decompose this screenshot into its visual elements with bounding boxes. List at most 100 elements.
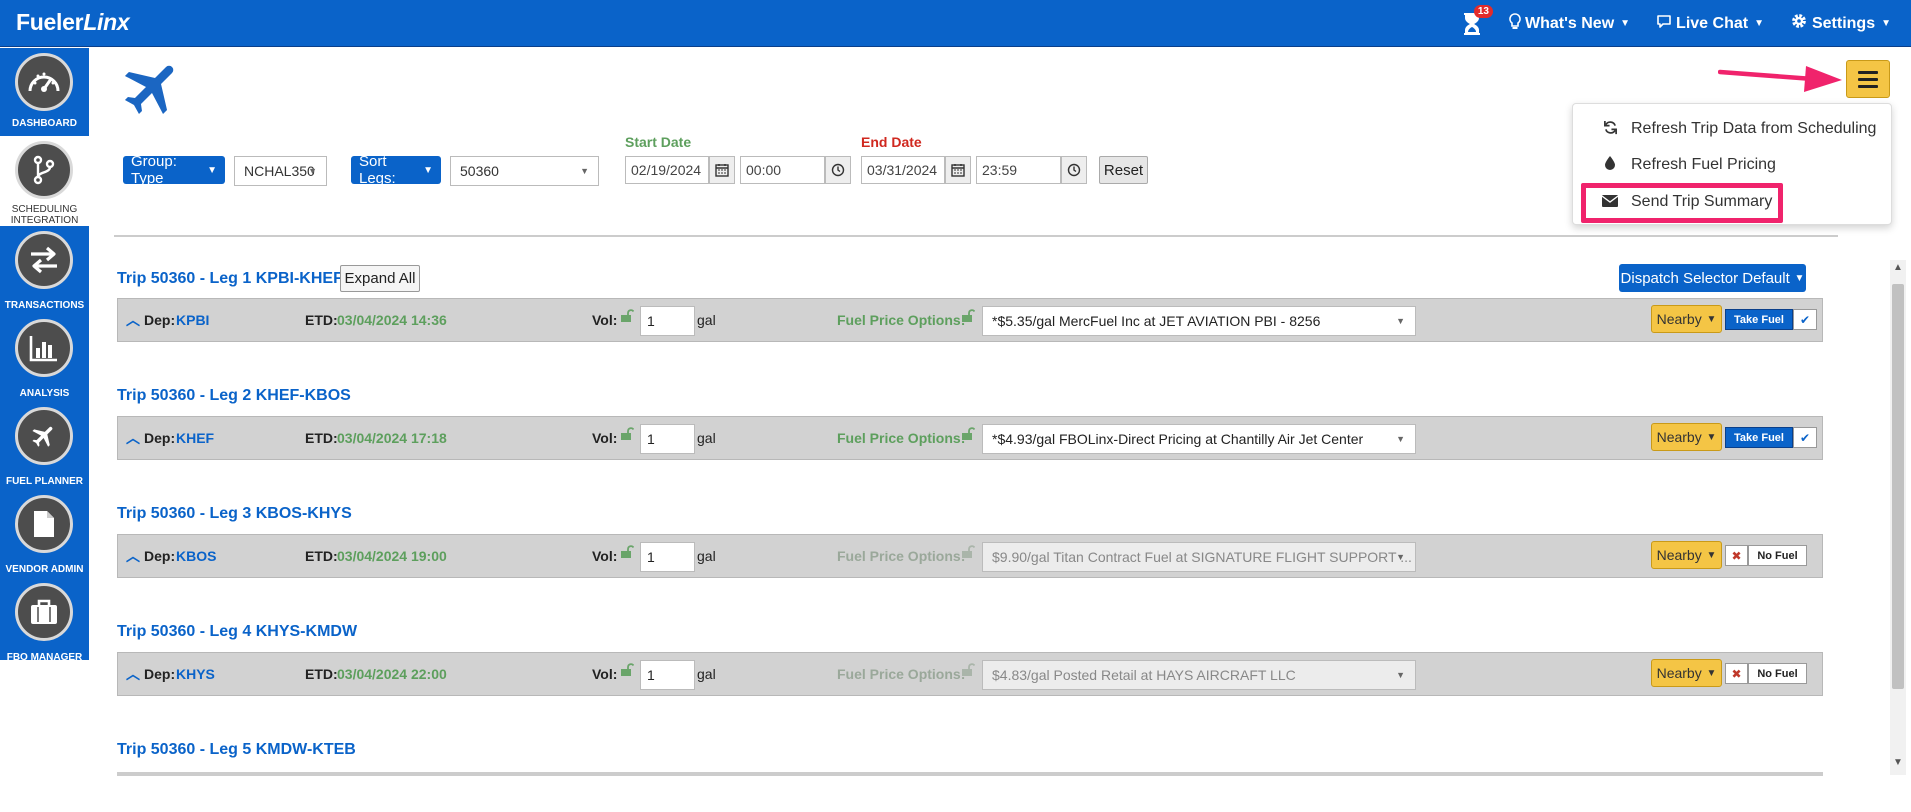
bar-chart-icon [15, 319, 73, 377]
departure-airport[interactable]: KBOS [176, 548, 216, 564]
leg-title[interactable]: Trip 50360 - Leg 4 KHYS-KMDW [117, 623, 357, 641]
unlock-icon[interactable] [620, 663, 635, 680]
take-fuel-toggle[interactable]: Take Fuel [1725, 309, 1793, 330]
fuel-price-select[interactable]: *$5.35/gal MercFuel Inc at JET AVIATION … [982, 306, 1416, 336]
etd-value: 03/04/2024 19:00 [337, 548, 447, 564]
leg-title[interactable]: Trip 50360 - Leg 5 KMDW-KTEB [117, 741, 356, 759]
app-logo[interactable]: FuelerLinx [16, 9, 130, 36]
end-date-label: End Date [861, 134, 922, 150]
top-nav: 13 What's New ▼ Live Chat ▼ Settings ▼ [1461, 0, 1891, 47]
sidebar-item-fbo-manager[interactable]: FBO MANAGER [0, 578, 89, 666]
caret-down-icon: ▼ [1791, 272, 1805, 284]
sidebar-item-dashboard[interactable]: DASHBOARD [0, 48, 89, 136]
tail-number-select[interactable]: NCHAL350 ▼ [234, 156, 327, 186]
gear-icon [1790, 12, 1808, 35]
volume-input[interactable]: 1 [640, 424, 695, 454]
sidebar-item-vendor-admin[interactable]: VENDOR ADMIN [0, 490, 89, 578]
clock-icon[interactable] [825, 156, 851, 184]
take-fuel-toggle[interactable]: Take Fuel [1725, 427, 1793, 448]
volume-input[interactable]: 1 [640, 542, 695, 572]
caret-down-icon: ▼ [1703, 313, 1717, 325]
volume-input[interactable]: 1 [640, 660, 695, 690]
settings-menu[interactable]: Settings ▼ [1790, 12, 1891, 35]
notifications-button[interactable]: 13 [1461, 4, 1493, 37]
live-chat-menu[interactable]: Live Chat ▼ [1656, 14, 1764, 33]
reset-button[interactable]: Reset [1099, 156, 1148, 184]
sidebar-item-scheduling-integration[interactable]: SCHEDULING INTEGRATION [0, 136, 89, 226]
no-fuel-toggle[interactable]: No Fuel [1748, 545, 1807, 566]
whats-new-menu[interactable]: What's New ▼ [1509, 12, 1631, 35]
clock-icon[interactable] [1061, 156, 1087, 184]
departure-airport[interactable]: KHYS [176, 666, 215, 682]
scroll-down-icon[interactable]: ▼ [1893, 757, 1903, 768]
unlock-icon[interactable] [620, 545, 635, 562]
menu-item-refresh-fuel[interactable]: Refresh Fuel Pricing [1601, 154, 1776, 176]
unlock-icon[interactable] [620, 427, 635, 444]
unlock-icon[interactable] [961, 427, 976, 444]
caret-down-icon: ▼ [1703, 549, 1717, 561]
chevron-up-icon[interactable]: ︿ [126, 546, 140, 566]
chevron-up-icon[interactable]: ︿ [126, 664, 140, 684]
fuel-price-select[interactable]: *$4.93/gal FBOLinx-Direct Pricing at Cha… [982, 424, 1416, 454]
chevron-up-icon[interactable]: ︿ [126, 428, 140, 448]
exchange-arrows-icon [15, 231, 73, 289]
unlock-icon[interactable] [961, 309, 976, 326]
etd-value: 03/04/2024 22:00 [337, 666, 447, 682]
annotation-arrow [1717, 60, 1846, 101]
leg-title[interactable]: Trip 50360 - Leg 2 KHEF-KBOS [117, 387, 351, 405]
dispatch-selector-button[interactable]: Dispatch Selector Default ▼ [1619, 264, 1806, 292]
leg-title[interactable]: Trip 50360 - Leg 3 KBOS-KHYS [117, 505, 352, 523]
lightbulb-icon [1509, 12, 1521, 35]
nearby-button[interactable]: Nearby ▼ [1651, 659, 1722, 687]
caret-down-icon: ▼ [1620, 18, 1631, 29]
chevron-up-icon[interactable]: ︿ [126, 310, 140, 330]
scroll-up-icon[interactable]: ▲ [1893, 262, 1903, 273]
top-navbar: FuelerLinx 13 What's New ▼ Live Chat ▼ Set… [0, 0, 1911, 47]
select-arrow-icon: ▼ [580, 166, 589, 176]
caret-down-icon: ▼ [1703, 431, 1717, 443]
checkmark-icon[interactable]: ✔ [1793, 427, 1817, 448]
end-time-input[interactable]: 23:59 [976, 156, 1061, 184]
start-date-input[interactable]: 02/19/2024 [625, 156, 709, 184]
sidebar-item-transactions[interactable]: TRANSACTIONS [0, 226, 89, 314]
chat-bubble-icon [1656, 14, 1672, 33]
calendar-icon[interactable] [945, 156, 971, 184]
fuel-price-select[interactable]: $4.83/gal Posted Retail at HAYS AIRCRAFT… [982, 660, 1416, 690]
expand-all-button[interactable]: Expand All [340, 265, 420, 292]
select-arrow-icon: ▼ [1396, 434, 1405, 444]
nearby-button[interactable]: Nearby ▼ [1651, 423, 1722, 451]
options-menu-button[interactable] [1846, 60, 1890, 98]
no-fuel-toggle[interactable]: No Fuel [1748, 663, 1807, 684]
departure-airport[interactable]: KPBI [176, 312, 209, 328]
menu-item-refresh-trip[interactable]: Refresh Trip Data from Scheduling [1601, 118, 1876, 140]
nearby-button[interactable]: Nearby ▼ [1651, 305, 1722, 333]
select-arrow-icon: ▼ [1396, 670, 1405, 680]
caret-down-icon: ▼ [1881, 18, 1891, 29]
fuel-price-select[interactable]: $9.90/gal Titan Contract Fuel at SIGNATU… [982, 542, 1416, 572]
checkmark-icon[interactable]: ✔ [1793, 309, 1817, 330]
airplane-icon [15, 407, 73, 465]
refresh-icon [1601, 120, 1619, 139]
unlock-icon[interactable] [961, 663, 976, 680]
departure-airport[interactable]: KHEF [176, 430, 214, 446]
volume-input[interactable]: 1 [640, 306, 695, 336]
calendar-icon[interactable] [709, 156, 735, 184]
speedometer-icon [15, 53, 73, 111]
sort-legs-button[interactable]: Sort Legs: ▼ [351, 153, 441, 187]
leg-title[interactable]: Trip 50360 - Leg 1 KPBI-KHEF [117, 270, 343, 288]
end-date-input[interactable]: 03/31/2024 [861, 156, 945, 184]
x-mark-icon[interactable]: ✖ [1725, 545, 1748, 566]
droplet-icon [1601, 156, 1619, 174]
x-mark-icon[interactable]: ✖ [1725, 663, 1748, 684]
nearby-button[interactable]: Nearby ▼ [1651, 541, 1722, 569]
start-time-input[interactable]: 00:00 [740, 156, 825, 184]
group-type-button[interactable]: Group: Type ▼ [123, 153, 225, 187]
trip-select[interactable]: 50360 ▼ [450, 156, 599, 186]
scrollbar-thumb[interactable] [1892, 284, 1904, 689]
legs-scrollbar[interactable]: ▲ ▼ [1890, 260, 1906, 775]
sidebar-item-analysis[interactable]: ANALYSIS [0, 314, 89, 402]
unlock-icon[interactable] [961, 545, 976, 562]
unlock-icon[interactable] [620, 309, 635, 326]
hamburger-line [1858, 84, 1878, 88]
sidebar-item-fuel-planner[interactable]: FUEL PLANNER [0, 402, 89, 490]
